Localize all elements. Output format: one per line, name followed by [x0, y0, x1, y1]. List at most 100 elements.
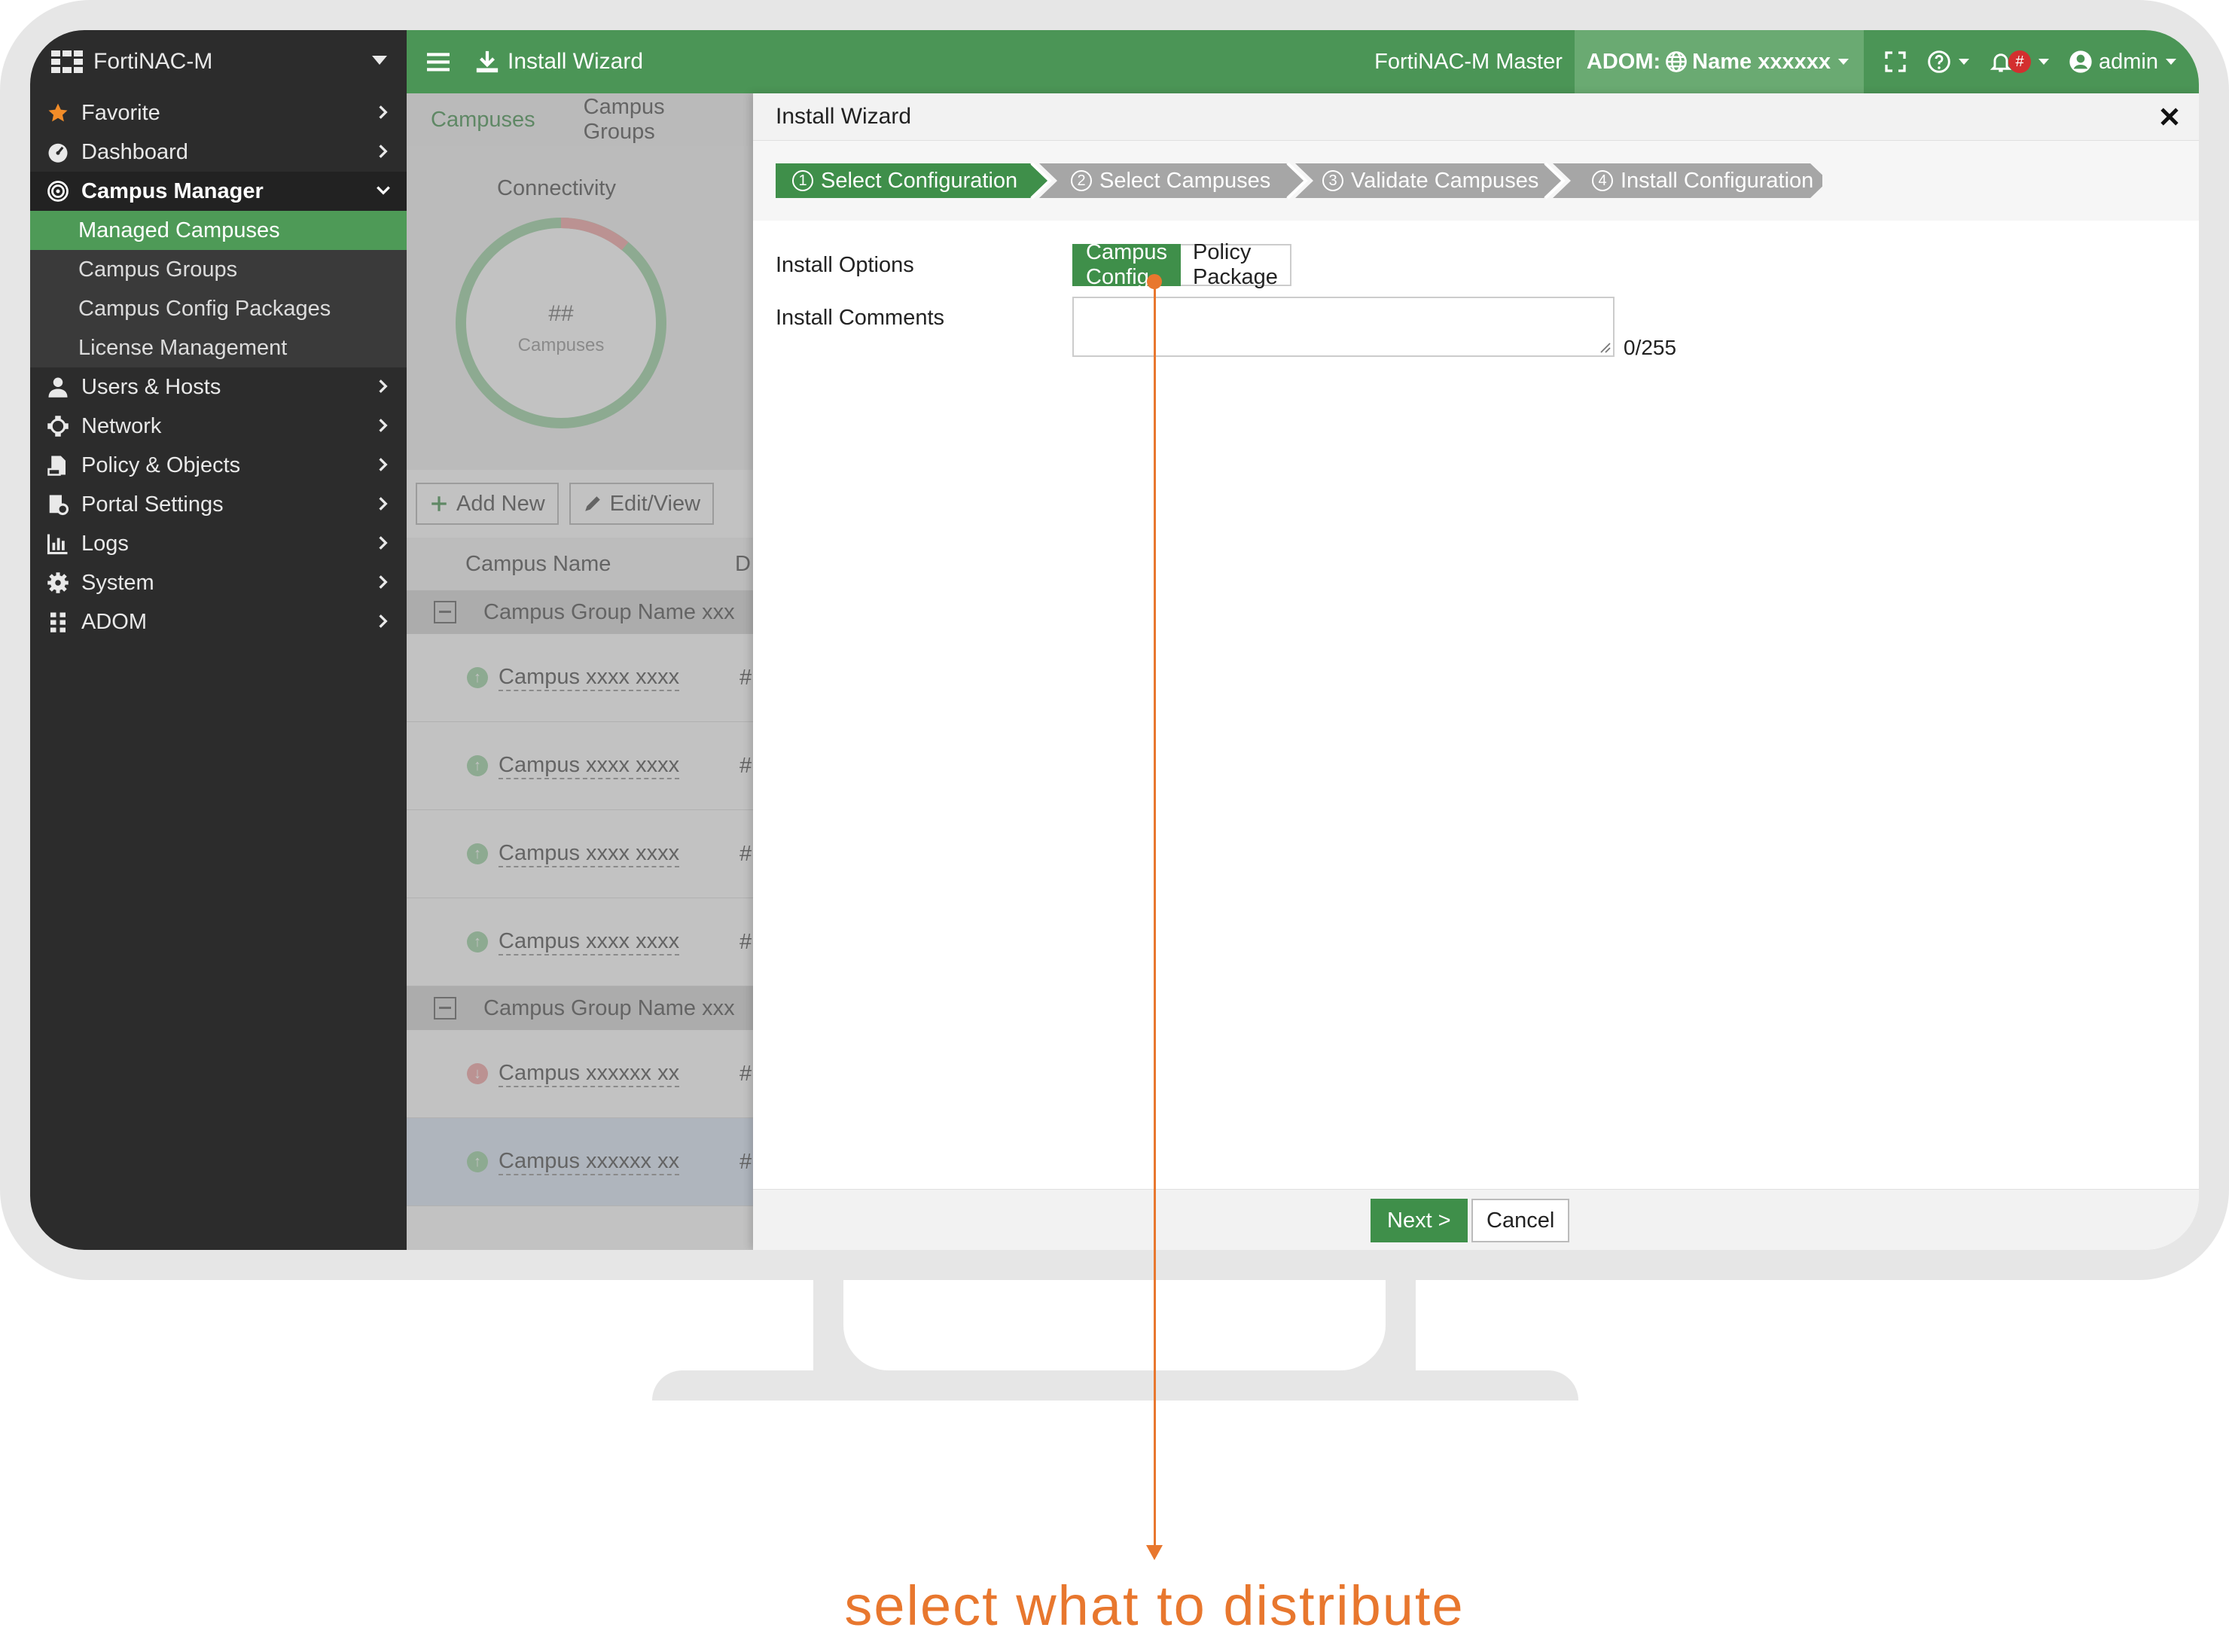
sidebar-item-label: System	[81, 570, 154, 595]
page-title: Install Wizard	[474, 49, 643, 75]
user-name: admin	[2099, 49, 2158, 74]
step-number: 1	[792, 170, 813, 191]
adom-icon	[45, 609, 71, 635]
sidebar-item-label: Users & Hosts	[81, 374, 221, 399]
option-policy-package[interactable]: Policy Package	[1181, 240, 1291, 289]
step-install-configuration: 4 Install Configuration	[1581, 163, 1813, 198]
sidebar-subitem-campus-groups[interactable]: Campus Groups	[30, 250, 407, 289]
step-number: 3	[1322, 170, 1343, 191]
cancel-button[interactable]: Cancel	[1471, 1199, 1570, 1242]
sidebar-item-campus-manager[interactable]: Campus Manager	[30, 172, 407, 211]
fortinet-logo-icon	[51, 50, 83, 73]
modal-backdrop	[407, 93, 753, 1250]
chevron-right-icon	[379, 497, 388, 511]
user-circle-icon	[2069, 50, 2092, 73]
page-title-text: Install Wizard	[508, 49, 644, 74]
sidebar-item-label: Dashboard	[81, 139, 188, 164]
sidebar-item-portal-settings[interactable]: Portal Settings	[30, 485, 407, 524]
next-button[interactable]: Next >	[1371, 1199, 1468, 1242]
brand-selector[interactable]: FortiNAC-M	[30, 30, 407, 93]
step-label: Select Configuration	[821, 168, 1018, 193]
sidebar-subitem-managed-campuses[interactable]: Managed Campuses	[30, 211, 407, 250]
network-icon	[45, 413, 71, 439]
sidebar-item-logs[interactable]: Logs	[30, 524, 407, 563]
sidebar-item-label: Logs	[81, 531, 129, 556]
sidebar-item-label: Policy & Objects	[81, 453, 241, 477]
fullscreen-button[interactable]	[1883, 50, 1907, 74]
globe-icon	[1666, 51, 1688, 72]
install-options-toggle: Campus Config Policy Package	[1072, 240, 1291, 289]
user-menu[interactable]: admin	[2069, 50, 2176, 75]
chevron-right-icon	[379, 105, 388, 119]
sidebar-item-adom[interactable]: ADOM	[30, 602, 407, 642]
character-counter: 0/255	[1624, 336, 1677, 359]
help-button[interactable]	[1927, 50, 1969, 74]
chevron-right-icon	[379, 575, 388, 589]
portal-icon	[45, 492, 71, 517]
step-number: 4	[1592, 170, 1613, 191]
install-comments-label: Install Comments	[776, 306, 945, 330]
step-label: Install Configuration	[1621, 168, 1814, 193]
sidebar-item-label: Favorite	[81, 100, 160, 125]
caret-down-icon	[372, 56, 387, 65]
resize-handle-icon[interactable]	[1596, 339, 1612, 354]
top-bar: Install Wizard FortiNAC-M Master ADOM: N…	[407, 30, 2199, 93]
sidebar-item-label: ADOM	[81, 609, 147, 634]
notification-badge: #	[2008, 50, 2031, 73]
chevron-right-icon	[379, 379, 388, 393]
device-name: FortiNAC-M Master	[1374, 49, 1563, 74]
step-label: Select Campuses	[1099, 168, 1271, 193]
adom-label: ADOM:	[1586, 49, 1661, 74]
campus-icon	[45, 178, 71, 204]
sidebar-subitem-campus-config-packages[interactable]: Campus Config Packages	[30, 289, 407, 328]
sidebar-item-system[interactable]: System	[30, 563, 407, 602]
callout-arrow-icon	[1146, 1545, 1163, 1560]
sidebar-item-favorite[interactable]: Favorite	[30, 93, 407, 133]
sidebar-item-network[interactable]: Network	[30, 407, 407, 446]
chevron-right-icon	[379, 419, 388, 432]
sidebar-item-dashboard[interactable]: Dashboard	[30, 133, 407, 172]
step-select-configuration: 1 Select Configuration	[782, 163, 1017, 198]
caret-down-icon	[2038, 59, 2049, 65]
sidebar-item-label: Network	[81, 413, 162, 438]
monitor-neck-cutout	[843, 1280, 1386, 1370]
step-validate-campuses: 3 Validate Campuses	[1312, 163, 1538, 198]
install-wizard-dialog: Install Wizard 1 Select Configuration 2 …	[753, 93, 2199, 1250]
download-icon	[476, 50, 499, 73]
step-select-campuses: 2 Select Campuses	[1060, 163, 1270, 198]
fullscreen-icon	[1885, 51, 1906, 72]
chevron-right-icon	[379, 614, 388, 628]
logs-icon	[45, 531, 71, 556]
hamburger-menu-icon[interactable]	[423, 47, 453, 77]
sidebar-item-label: Portal Settings	[81, 492, 224, 517]
star-icon	[45, 100, 71, 126]
brand-name: FortiNAC-M	[93, 49, 213, 74]
callout-caption: select what to distribute	[844, 1574, 1465, 1637]
wizard-steps: 1 Select Configuration 2 Select Campuses…	[753, 141, 2199, 221]
chevron-right-icon	[379, 145, 388, 158]
sidebar-item-policy-objects[interactable]: Policy & Objects	[30, 446, 407, 485]
user-icon	[45, 374, 71, 400]
caret-down-icon	[1838, 59, 1849, 65]
chevron-right-icon	[379, 458, 388, 471]
notifications-button[interactable]: #	[1989, 50, 2049, 74]
adom-selector[interactable]: ADOM: Name xxxxxx	[1574, 30, 1864, 93]
sidebar-subitem-license-management[interactable]: License Management	[30, 328, 407, 367]
sidebar-item-users-hosts[interactable]: Users & Hosts	[30, 367, 407, 407]
callout-line	[1154, 282, 1156, 1551]
monitor-base	[652, 1370, 1578, 1401]
sidebar-item-label: Campus Manager	[81, 178, 264, 203]
dialog-header: Install Wizard	[753, 93, 2199, 141]
chevron-down-icon	[377, 186, 390, 195]
dashboard-icon	[45, 139, 71, 165]
gear-icon	[45, 570, 71, 596]
help-icon	[1928, 50, 1950, 73]
dialog-title: Install Wizard	[776, 104, 912, 129]
caret-down-icon	[1959, 59, 1969, 65]
policy-icon	[45, 453, 71, 478]
step-number: 2	[1071, 170, 1092, 191]
option-campus-config[interactable]: Campus Config	[1072, 240, 1181, 289]
close-icon[interactable]	[2157, 104, 2182, 130]
chevron-right-icon	[379, 536, 388, 550]
sidebar: FortiNAC-M Favorite Dashboard Campus Man…	[30, 30, 407, 1250]
